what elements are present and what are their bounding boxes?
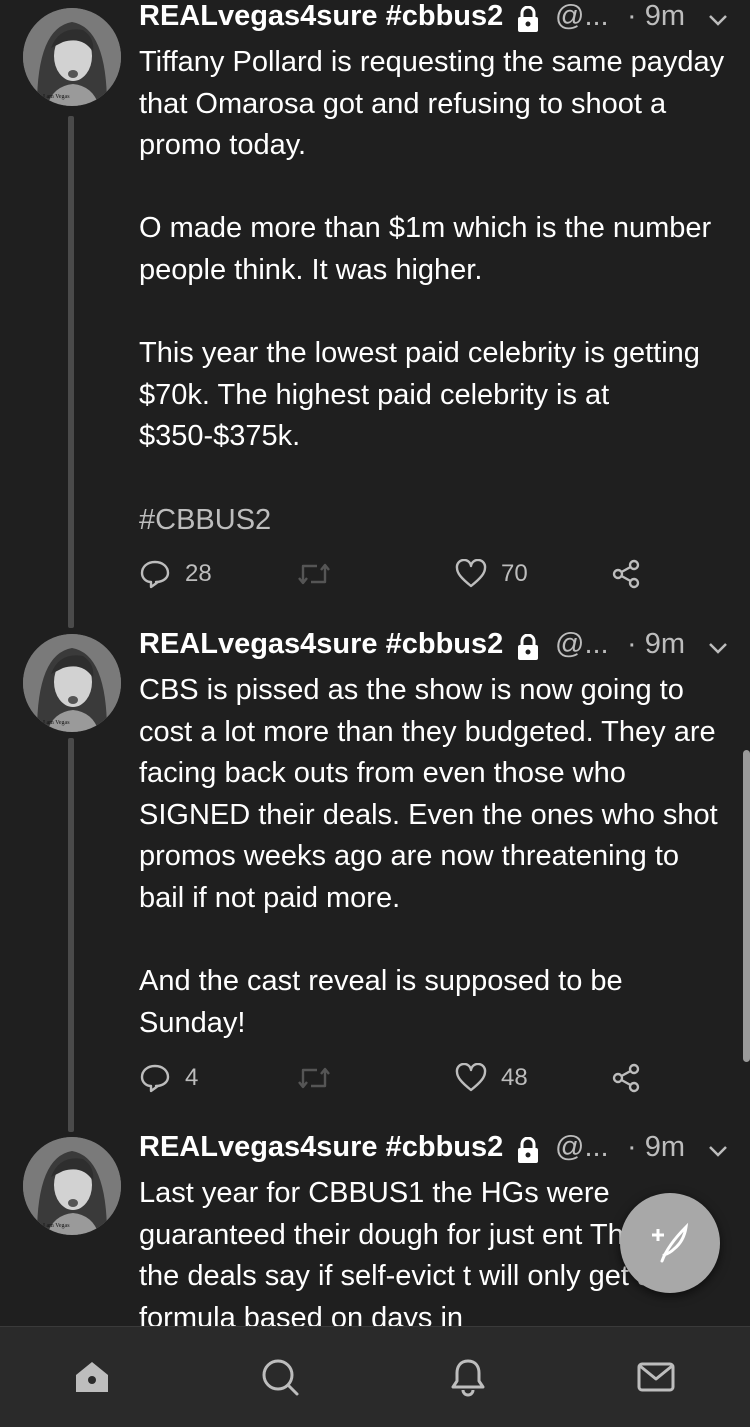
display-name[interactable]: REALvegas4sure #cbbus2 bbox=[139, 628, 503, 661]
reply-button[interactable]: 28 bbox=[139, 554, 212, 594]
tab-notifications[interactable] bbox=[448, 1357, 488, 1397]
reply-count: 28 bbox=[185, 560, 212, 587]
retweet-button[interactable] bbox=[297, 1058, 345, 1098]
reply-icon bbox=[140, 560, 170, 589]
avatar-caption: I am Vegas bbox=[43, 1223, 70, 1229]
heart-icon bbox=[455, 1063, 487, 1092]
bell-icon bbox=[451, 1359, 485, 1397]
tweet-actions: 28 70 bbox=[139, 554, 730, 594]
tweet-paragraph: CBS is pissed as the show is now going t… bbox=[139, 674, 718, 914]
bottom-tab-bar bbox=[0, 1326, 750, 1427]
timestamp: · 9m bbox=[627, 0, 685, 32]
like-button[interactable]: 70 bbox=[455, 554, 528, 594]
retweet-button[interactable] bbox=[297, 554, 345, 594]
share-icon bbox=[612, 1063, 640, 1093]
tweet-text: CBS is pissed as the show is now going t… bbox=[139, 670, 730, 1086]
thread-line bbox=[68, 738, 74, 1132]
mail-icon bbox=[637, 1362, 675, 1392]
tweet-actions: 4 48 bbox=[139, 1058, 730, 1098]
retweet-icon bbox=[298, 563, 330, 585]
tweet-paragraph: And the cast reveal is supposed to be Su… bbox=[139, 965, 623, 1039]
chevron-down-icon[interactable] bbox=[707, 1137, 729, 1170]
tweet[interactable]: REALvegas4sure #cbbus2 @... · 9m Tiffany… bbox=[139, 0, 730, 600]
tweet-header: REALvegas4sure #cbbus2 @... · 9m bbox=[139, 0, 730, 40]
lock-icon bbox=[517, 5, 539, 40]
avatar-caption: I am Vegas bbox=[43, 720, 70, 726]
share-button[interactable] bbox=[611, 1058, 655, 1098]
timestamp: · 9m bbox=[627, 1131, 685, 1163]
tweet[interactable]: REALvegas4sure #cbbus2 @... · 9m CBS is … bbox=[139, 628, 730, 1108]
heart-icon bbox=[455, 559, 487, 588]
tweet-paragraph: This year the lowest paid celebrity is g… bbox=[139, 337, 700, 453]
handle[interactable]: @... bbox=[555, 628, 609, 661]
like-button[interactable]: 48 bbox=[455, 1058, 528, 1098]
reply-button[interactable]: 4 bbox=[139, 1058, 198, 1098]
retweet-icon bbox=[298, 1067, 330, 1089]
home-icon bbox=[76, 1362, 108, 1392]
chevron-down-icon[interactable] bbox=[707, 6, 729, 39]
avatar-caption: I am Vegas bbox=[43, 94, 70, 100]
hashtag[interactable]: #CBBUS2 bbox=[139, 500, 730, 542]
tweet-paragraph: O made more than $1m which is the number… bbox=[139, 212, 712, 286]
reply-icon bbox=[140, 1064, 170, 1093]
lock-icon bbox=[517, 633, 539, 668]
reply-count: 4 bbox=[185, 1064, 199, 1091]
tweet-text: Tiffany Pollard is requesting the same p… bbox=[139, 42, 730, 583]
chevron-down-icon[interactable] bbox=[707, 634, 729, 667]
like-count: 48 bbox=[501, 1064, 528, 1091]
tab-home[interactable] bbox=[72, 1357, 112, 1397]
display-name[interactable]: REALvegas4sure #cbbus2 bbox=[139, 0, 503, 33]
compose-button[interactable] bbox=[620, 1193, 720, 1293]
share-icon bbox=[612, 559, 640, 589]
tweet-header: REALvegas4sure #cbbus2 @... · 9m bbox=[139, 628, 730, 668]
tweet-header: REALvegas4sure #cbbus2 @... · 9m bbox=[139, 1131, 730, 1171]
avatar[interactable]: I am Vegas bbox=[23, 1137, 121, 1235]
scrollbar[interactable] bbox=[743, 750, 750, 1062]
avatar[interactable]: I am Vegas bbox=[23, 8, 121, 106]
tweet-paragraph: Tiffany Pollard is requesting the same p… bbox=[139, 46, 725, 162]
thread-line bbox=[68, 116, 74, 628]
tab-search[interactable] bbox=[260, 1357, 300, 1397]
handle[interactable]: @... bbox=[555, 1131, 609, 1164]
avatar[interactable]: I am Vegas bbox=[23, 634, 121, 732]
handle[interactable]: @... bbox=[555, 0, 609, 33]
compose-icon bbox=[652, 1222, 689, 1263]
display-name[interactable]: REALvegas4sure #cbbus2 bbox=[139, 1131, 503, 1164]
share-button[interactable] bbox=[611, 554, 655, 594]
tab-messages[interactable] bbox=[636, 1357, 676, 1397]
search-icon bbox=[262, 1359, 299, 1396]
timestamp: · 9m bbox=[627, 628, 685, 660]
like-count: 70 bbox=[501, 560, 528, 587]
lock-icon bbox=[517, 1136, 539, 1171]
